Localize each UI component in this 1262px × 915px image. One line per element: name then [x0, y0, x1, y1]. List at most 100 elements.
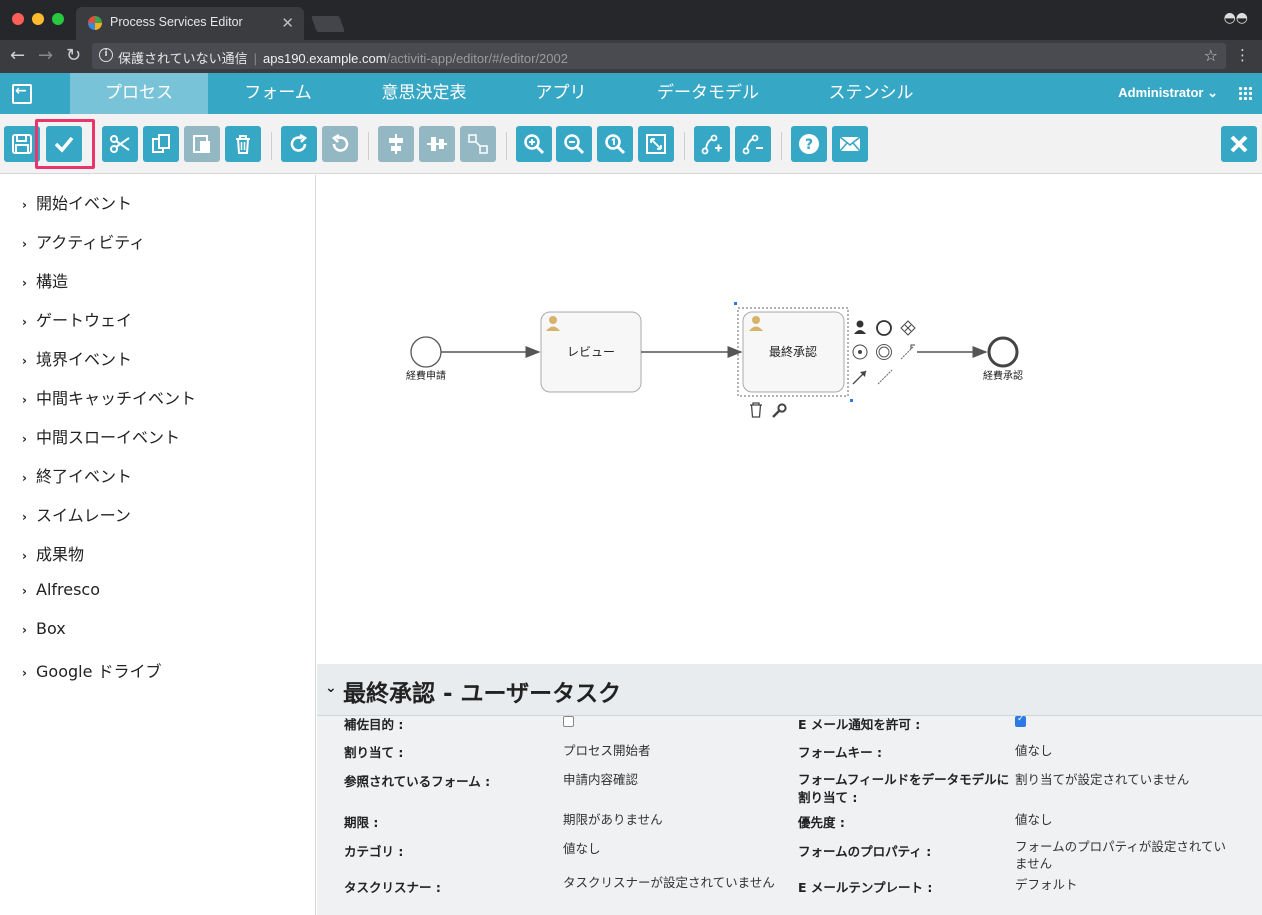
- paste-icon[interactable]: [184, 126, 220, 162]
- palette-group-label: ゲートウェイ: [36, 311, 133, 330]
- palette-group-box[interactable]: › Box: [22, 619, 66, 641]
- new-tab-button[interactable]: [311, 16, 345, 32]
- tab-close-icon[interactable]: ✕: [281, 14, 294, 32]
- delete-trash-icon[interactable]: [225, 126, 261, 162]
- palette-group-label: 成果物: [36, 545, 85, 564]
- palette-group-swimlanes[interactable]: › スイムレーン: [22, 502, 131, 525]
- help-icon[interactable]: ?: [791, 126, 827, 162]
- quick-add-gateway-icon[interactable]: [900, 320, 916, 336]
- redo-icon[interactable]: [281, 126, 317, 162]
- tab-stencils[interactable]: ステンシル: [800, 73, 942, 114]
- align-vertical-icon[interactable]: [419, 126, 455, 162]
- prop-label-form-key: フォームキー :: [798, 745, 882, 760]
- quick-add-end-event-icon[interactable]: [876, 320, 892, 336]
- user-menu[interactable]: Administrator ⌄: [1118, 85, 1218, 101]
- diagram-canvas[interactable]: 経費申請 レビュー 最終承認 経費承認: [317, 175, 1262, 664]
- prop-label-assist: 補佐目的 :: [344, 717, 404, 732]
- quick-association-icon[interactable]: [877, 369, 893, 385]
- remove-bendpoint-icon[interactable]: [735, 126, 771, 162]
- email-notify-checkbox[interactable]: [1015, 714, 1026, 727]
- same-size-icon[interactable]: [460, 126, 496, 162]
- palette-group-label: 開始イベント: [36, 194, 133, 213]
- tab-process[interactable]: プロセス: [70, 73, 208, 114]
- prop-label-task-listeners: タスクリスナー :: [344, 880, 441, 895]
- svg-text:?: ?: [805, 137, 813, 153]
- tab-apps[interactable]: アプリ: [500, 73, 622, 114]
- tab-decision-table[interactable]: 意思決定表: [356, 73, 492, 114]
- zoom-out-icon[interactable]: [556, 126, 592, 162]
- close-editor-icon[interactable]: [1221, 126, 1257, 162]
- chevron-right-icon: ›: [22, 237, 27, 251]
- apps-grid-icon[interactable]: [1238, 86, 1252, 100]
- zoom-actual-icon[interactable]: [597, 126, 633, 162]
- palette-group-start-events[interactable]: › 開始イベント: [22, 190, 133, 213]
- prop-value-assignment[interactable]: プロセス開始者: [563, 740, 651, 759]
- palette-group-artifacts[interactable]: › 成果物: [22, 541, 85, 564]
- feedback-mail-icon[interactable]: [832, 126, 868, 162]
- zoom-fit-icon[interactable]: [638, 126, 674, 162]
- palette-group-structural[interactable]: › 構造: [22, 268, 68, 291]
- back-arrow-icon[interactable]: ←: [10, 45, 25, 66]
- exit-icon[interactable]: [12, 83, 32, 104]
- tab-form[interactable]: フォーム: [210, 73, 346, 114]
- prop-label-email-notify: E メール通知を許可 :: [798, 717, 921, 732]
- zoom-in-icon[interactable]: [516, 126, 552, 162]
- minimize-window-button[interactable]: [32, 13, 44, 25]
- reload-icon[interactable]: ↻: [66, 45, 81, 66]
- palette-group-alfresco[interactable]: › Alfresco: [22, 580, 100, 602]
- align-horizontal-icon[interactable]: [378, 126, 414, 162]
- bookmark-star-icon[interactable]: ☆: [1204, 46, 1218, 65]
- prop-value-priority[interactable]: 値なし: [1015, 809, 1053, 828]
- prop-value-due-date[interactable]: 期限がありません: [563, 809, 663, 828]
- info-icon[interactable]: i: [99, 48, 113, 62]
- tab-data-models[interactable]: データモデル: [636, 73, 780, 114]
- quick-add-user-task-icon[interactable]: [854, 320, 866, 335]
- chevron-right-icon: ›: [22, 432, 27, 446]
- palette-group-throw-events[interactable]: › 中間スローイベント: [22, 424, 180, 447]
- end-event[interactable]: [987, 336, 1019, 368]
- prop-value-email-template[interactable]: デフォルト: [1015, 874, 1078, 893]
- prop-value-category[interactable]: 値なし: [563, 838, 601, 857]
- browser-menu-icon[interactable]: ⋮: [1235, 46, 1250, 64]
- prop-value-task-listeners[interactable]: タスクリスナーが設定されていません: [563, 874, 778, 891]
- close-window-button[interactable]: [12, 13, 24, 25]
- assist-checkbox[interactable]: [563, 716, 574, 727]
- quick-add-intermediate-event-icon[interactable]: [852, 344, 868, 360]
- properties-title: 最終承認 - ユーザータスク: [343, 681, 622, 707]
- maximize-window-button[interactable]: [52, 13, 64, 25]
- palette-group-boundary-events[interactable]: › 境界イベント: [22, 346, 133, 369]
- forward-arrow-icon[interactable]: →: [38, 45, 53, 66]
- prop-value-referenced-form[interactable]: 申請内容確認: [563, 769, 638, 788]
- palette-group-label: Google ドライブ: [36, 662, 162, 681]
- properties-header[interactable]: ⌄ 最終承認 - ユーザータスク: [317, 664, 1262, 716]
- add-bendpoint-icon[interactable]: [694, 126, 730, 162]
- browser-tab[interactable]: Process Services Editor ✕: [76, 7, 304, 40]
- chevron-right-icon: ›: [22, 549, 27, 563]
- chevron-down-icon[interactable]: ⌄: [325, 680, 337, 696]
- palette-group-activities[interactable]: › アクティビティ: [22, 229, 145, 252]
- prop-label-due-date: 期限 :: [344, 815, 379, 830]
- palette-group-gateways[interactable]: › ゲートウェイ: [22, 307, 133, 330]
- undo-icon[interactable]: [322, 126, 358, 162]
- chevron-right-icon: ›: [22, 276, 27, 290]
- cut-scissors-icon[interactable]: [102, 126, 138, 162]
- prop-value-form-field-mapping[interactable]: 割り当てが設定されていません: [1015, 769, 1189, 788]
- shape-delete-trash-icon[interactable]: [750, 402, 762, 418]
- address-bar-row: ← → ↻ i 保護されていない通信 | aps190.example.com/ac…: [0, 40, 1262, 73]
- chevron-right-icon: ›: [22, 393, 27, 407]
- quick-add-annotation-icon[interactable]: [900, 344, 915, 360]
- url-host: aps190.example.com: [263, 51, 387, 66]
- palette-group-google-drive[interactable]: › Google ドライブ: [22, 658, 162, 681]
- prop-value-form-key[interactable]: 値なし: [1015, 740, 1053, 759]
- quick-add-double-circle-icon[interactable]: [876, 344, 892, 360]
- prop-value-form-properties[interactable]: フォームのプロパティが設定されていません: [1015, 838, 1230, 872]
- tab-title: Process Services Editor: [110, 15, 243, 29]
- palette-group-label: 境界イベント: [36, 350, 133, 369]
- start-event[interactable]: [410, 336, 442, 368]
- palette-group-end-events[interactable]: › 終了イベント: [22, 463, 132, 486]
- palette-group-catch-events[interactable]: › 中間キャッチイベント: [22, 385, 196, 408]
- url-field[interactable]: i 保護されていない通信 | aps190.example.com/activiti…: [92, 43, 1226, 69]
- shape-edit-wrench-icon[interactable]: [772, 403, 787, 418]
- copy-icon[interactable]: [143, 126, 179, 162]
- task-review-label: レビュー: [567, 345, 615, 359]
